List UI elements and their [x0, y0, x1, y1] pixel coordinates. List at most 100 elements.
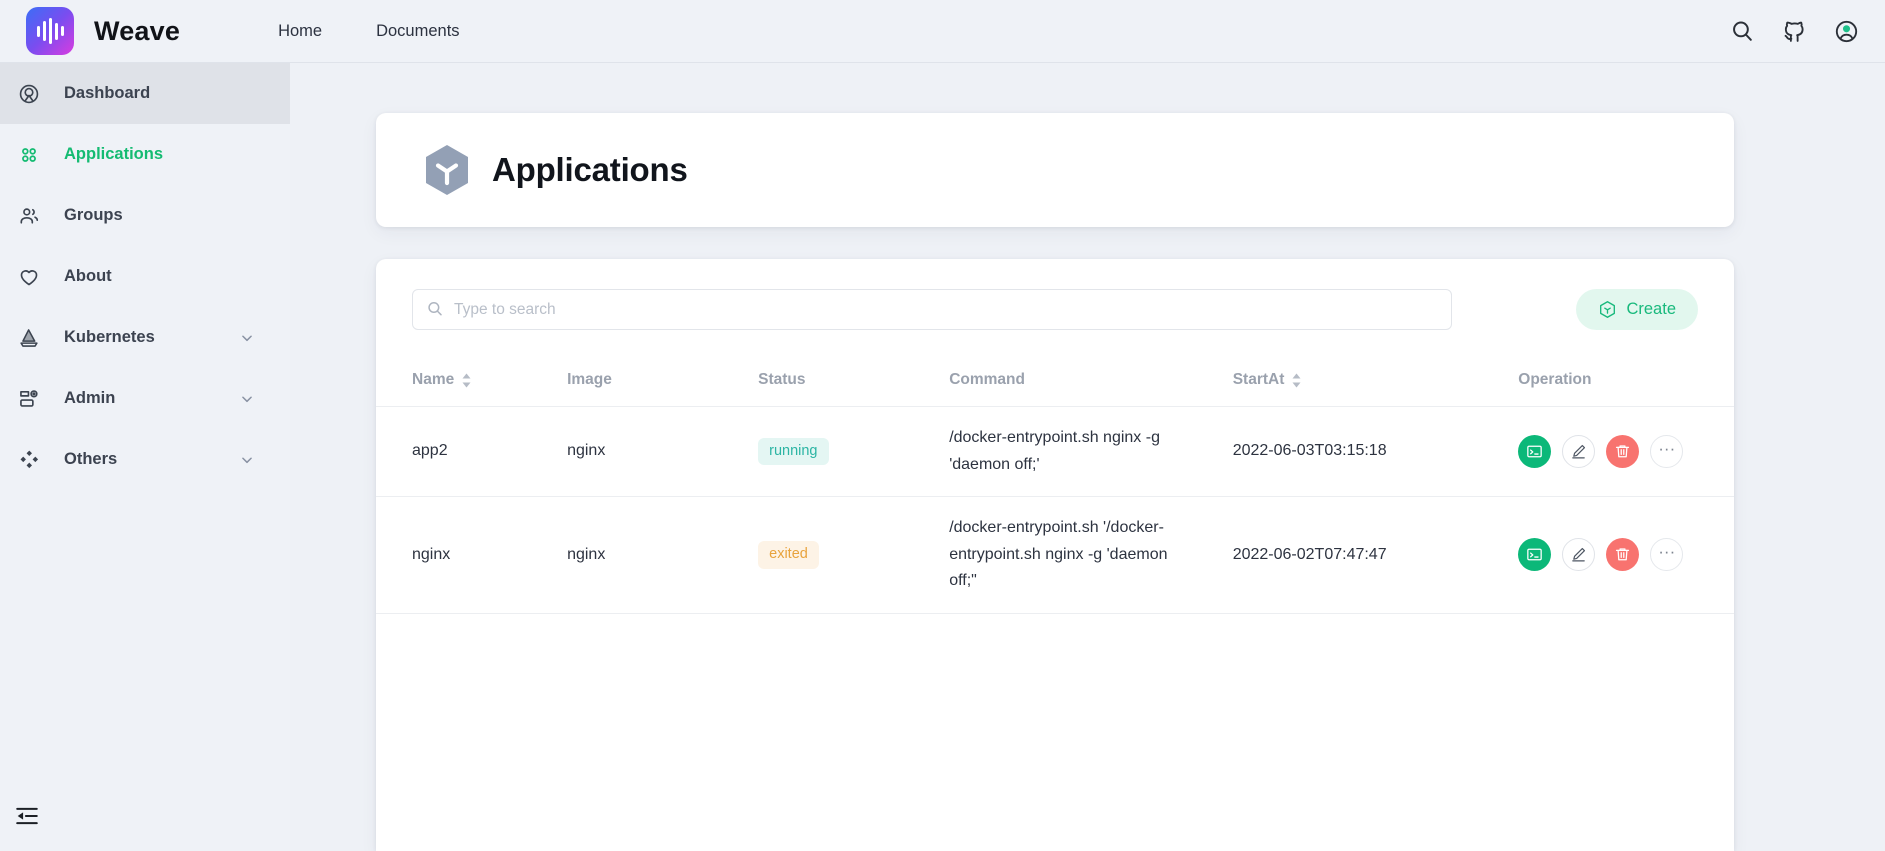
page-header-card: Applications — [376, 113, 1734, 227]
grid-icon — [18, 144, 40, 166]
sort-icon[interactable] — [461, 373, 472, 388]
search-icon — [428, 301, 442, 316]
sidebar-item-applications[interactable]: Applications — [0, 124, 290, 185]
sidebar-item-label: About — [64, 267, 112, 285]
sidebar-item-groups[interactable]: Groups — [0, 185, 290, 246]
sidebar-item-dashboard[interactable]: Dashboard — [0, 63, 290, 124]
sidebar-item-about[interactable]: About — [0, 246, 290, 307]
column-header-image: Image — [567, 357, 759, 407]
column-label: Status — [758, 371, 806, 388]
chevron-down-icon[interactable] — [240, 453, 254, 467]
create-button[interactable]: Create — [1576, 289, 1698, 330]
cell-name: app2 — [376, 406, 568, 498]
status-badge: exited — [758, 541, 819, 569]
command-text: /docker-entrypoint.sh '/docker-entrypoin… — [949, 519, 1168, 590]
terminal-icon — [1527, 445, 1543, 458]
pencil-icon — [1572, 548, 1586, 562]
sidebar-item-label: Kubernetes — [64, 328, 155, 346]
table-body: app2 nginx running /docker-entrypoint.sh… — [376, 406, 1734, 614]
trash-icon — [1616, 445, 1630, 458]
delete-button[interactable] — [1606, 435, 1640, 469]
chevron-down-icon[interactable] — [240, 392, 254, 406]
account-icon[interactable] — [1834, 19, 1859, 44]
cell-command: /docker-entrypoint.sh '/docker-entrypoin… — [949, 496, 1233, 614]
sidebar-item-others[interactable]: Others — [0, 429, 290, 490]
sidebar-item-label: Dashboard — [64, 84, 151, 102]
cell-image: nginx — [567, 406, 759, 498]
table-header: Name Image Status Command StartAt Operat… — [376, 357, 1734, 407]
table-header-row: Name Image Status Command StartAt Operat… — [376, 357, 1734, 407]
column-label: Command — [949, 371, 1025, 388]
terminal-icon — [1527, 549, 1543, 561]
page-title: Applications — [492, 151, 688, 188]
cell-status: exited — [758, 496, 950, 614]
chevron-down-icon[interactable] — [240, 331, 254, 345]
top-bar: Weave Home Documents — [0, 0, 1885, 63]
cell-status: running — [758, 406, 950, 498]
cell-startat: 2022-06-02T07:47:47 — [1232, 496, 1519, 614]
top-navigation: Home Documents — [278, 22, 459, 41]
sailboat-icon — [18, 327, 40, 349]
create-button-label: Create — [1626, 300, 1676, 318]
diamonds-icon — [18, 449, 40, 471]
cell-command: /docker-entrypoint.sh nginx -g 'daemon o… — [949, 406, 1233, 498]
sidebar: Dashboard Applications Groups About Kube… — [0, 63, 290, 851]
column-header-name[interactable]: Name — [376, 357, 568, 407]
table-row: app2 nginx running /docker-entrypoint.sh… — [376, 406, 1734, 498]
console-button[interactable] — [1518, 435, 1552, 469]
github-icon[interactable] — [1782, 19, 1807, 44]
server-icon — [18, 388, 40, 410]
cell-operation: ··· — [1518, 406, 1734, 498]
brand-name: Weave — [94, 15, 181, 46]
column-header-startat[interactable]: StartAt — [1232, 357, 1519, 407]
topnav-item-documents[interactable]: Documents — [376, 22, 459, 41]
edit-button[interactable] — [1562, 538, 1596, 572]
panel-toolbar: Create — [376, 259, 1734, 330]
cell-image: nginx — [567, 496, 759, 614]
operation-buttons: ··· — [1518, 435, 1734, 469]
search-container — [412, 289, 1452, 330]
search-icon[interactable] — [1730, 19, 1755, 44]
sidebar-item-label: Others — [64, 450, 118, 468]
menu-fold-icon[interactable] — [14, 803, 40, 829]
sidebar-item-label: Admin — [64, 389, 116, 407]
table-row: nginx nginx exited /docker-entrypoint.sh… — [376, 496, 1734, 614]
topnav-item-home[interactable]: Home — [278, 22, 322, 41]
operation-buttons: ··· — [1518, 538, 1734, 572]
waveform-logo-icon — [26, 7, 74, 55]
brand[interactable]: Weave — [26, 7, 180, 55]
sidebar-item-label: Applications — [64, 145, 164, 163]
top-bar-actions — [1730, 19, 1859, 44]
users-icon — [18, 205, 40, 227]
heart-icon — [18, 266, 40, 288]
sort-icon[interactable] — [1291, 373, 1302, 388]
cell-name: nginx — [376, 496, 568, 614]
more-button[interactable]: ··· — [1650, 435, 1684, 469]
sidebar-item-admin[interactable]: Admin — [0, 368, 290, 429]
column-header-status: Status — [758, 357, 950, 407]
sidebar-item-kubernetes[interactable]: Kubernetes — [0, 307, 290, 368]
edit-button[interactable] — [1562, 435, 1596, 469]
search-input[interactable] — [412, 289, 1452, 330]
dashboard-icon — [18, 83, 40, 105]
applications-panel: Create Name Image Status — [376, 259, 1734, 851]
column-label: Image — [567, 371, 612, 388]
console-button[interactable] — [1518, 538, 1552, 572]
column-label: StartAt — [1232, 371, 1285, 388]
cell-operation: ··· — [1518, 496, 1734, 614]
column-header-operation: Operation — [1518, 357, 1734, 407]
column-label: Name — [412, 371, 455, 388]
command-text: /docker-entrypoint.sh nginx -g 'daemon o… — [949, 429, 1160, 473]
cell-startat: 2022-06-03T03:15:18 — [1232, 406, 1519, 498]
trash-icon — [1616, 548, 1630, 561]
hexagon-plus-icon — [1600, 301, 1616, 318]
main-content: Applications Create — [290, 63, 1885, 851]
hexagon-cube-icon — [426, 145, 468, 195]
sidebar-item-label: Groups — [64, 206, 123, 224]
applications-table: Name Image Status Command StartAt Operat… — [376, 357, 1734, 614]
column-label: Operation — [1518, 371, 1592, 388]
column-header-command: Command — [949, 357, 1233, 407]
more-button[interactable]: ··· — [1650, 538, 1684, 572]
delete-button[interactable] — [1606, 538, 1640, 572]
status-badge: running — [758, 437, 829, 466]
